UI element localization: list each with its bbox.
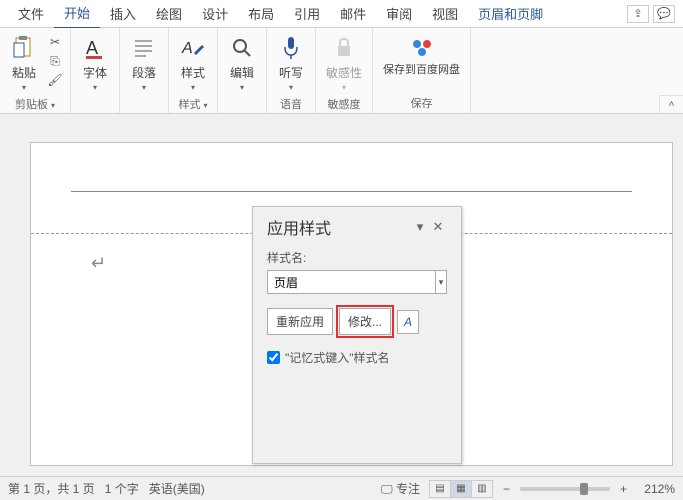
search-icon bbox=[228, 34, 256, 62]
group-editing: 编辑 ▾ bbox=[218, 28, 267, 113]
focus-mode[interactable]: 🖵 专注 bbox=[381, 480, 420, 497]
style-name-input[interactable] bbox=[268, 271, 435, 293]
modify-button[interactable]: 修改... bbox=[339, 308, 391, 335]
web-layout-icon[interactable]: ▥ bbox=[471, 480, 493, 498]
baidu-icon bbox=[408, 34, 436, 62]
font-button[interactable]: A 字体 ▾ bbox=[77, 32, 113, 94]
zoom-in-button[interactable]: + bbox=[620, 482, 627, 496]
cut-icon[interactable]: ✂ bbox=[46, 34, 64, 50]
group-font: A 字体 ▾ bbox=[71, 28, 120, 113]
close-icon[interactable]: ✕ bbox=[429, 218, 447, 236]
zoom-out-button[interactable]: − bbox=[503, 482, 510, 496]
save-group-label: 保存 bbox=[411, 93, 433, 111]
print-layout-icon[interactable]: ▦ bbox=[450, 480, 472, 498]
tab-design[interactable]: 设计 bbox=[192, 0, 238, 28]
svg-text:A: A bbox=[86, 38, 98, 58]
zoom-slider[interactable] bbox=[520, 487, 610, 491]
style-name-combo[interactable]: ▾ bbox=[267, 270, 447, 294]
status-bar: 第 1 页，共 1 页 1 个字 英语(美国) 🖵 专注 ▤ ▦ ▥ − + 2… bbox=[0, 476, 683, 500]
clipboard-label[interactable]: 剪贴板 bbox=[15, 94, 55, 112]
styles-group-label[interactable]: 样式 bbox=[178, 94, 207, 112]
share-icon[interactable]: ⇪ bbox=[627, 5, 649, 23]
pane-options-icon[interactable]: ▾ bbox=[411, 218, 429, 236]
zoom-thumb[interactable] bbox=[580, 483, 588, 495]
group-save: 保存到百度网盘 保存 bbox=[373, 28, 471, 113]
tab-review[interactable]: 审阅 bbox=[376, 0, 422, 28]
sensitivity-button[interactable]: 敏感性 ▾ bbox=[322, 32, 366, 94]
word-count[interactable]: 1 个字 bbox=[105, 480, 139, 497]
copy-icon[interactable]: ⎘ bbox=[46, 53, 64, 69]
sensitivity-group-label: 敏感度 bbox=[328, 94, 361, 112]
paste-button[interactable]: 粘贴 ▾ bbox=[6, 32, 42, 94]
reapply-button[interactable]: 重新应用 bbox=[267, 308, 333, 335]
tab-bar: 文件 开始 插入 绘图 设计 布局 引用 邮件 审阅 视图 页眉和页脚 ⇪ 💬 bbox=[0, 0, 683, 28]
voice-group-label: 语音 bbox=[280, 94, 302, 112]
zoom-level[interactable]: 212% bbox=[637, 482, 675, 496]
tab-references[interactable]: 引用 bbox=[284, 0, 330, 28]
paragraph-mark: ↵ bbox=[91, 253, 106, 274]
mic-icon bbox=[277, 34, 305, 62]
group-voice: 听写 ▾ 语音 bbox=[267, 28, 316, 113]
apply-styles-pane: 应用样式 ▾ ✕ 样式名: ▾ 重新应用 修改... A "记忆式键入"样式名 bbox=[252, 206, 462, 464]
autocomplete-checkbox-row[interactable]: "记忆式键入"样式名 bbox=[267, 349, 447, 366]
tab-view[interactable]: 视图 bbox=[422, 0, 468, 28]
tab-insert[interactable]: 插入 bbox=[100, 0, 146, 28]
group-paragraph: 段落 ▾ bbox=[120, 28, 169, 113]
lock-icon bbox=[330, 34, 358, 62]
tab-header-footer[interactable]: 页眉和页脚 bbox=[468, 0, 553, 28]
styles-pane-button[interactable]: A bbox=[397, 310, 419, 334]
styles-a-icon: A bbox=[404, 315, 412, 329]
tab-layout[interactable]: 布局 bbox=[238, 0, 284, 28]
page-info[interactable]: 第 1 页，共 1 页 bbox=[8, 480, 95, 497]
tab-draw[interactable]: 绘图 bbox=[146, 0, 192, 28]
group-sensitivity: 敏感性 ▾ 敏感度 bbox=[316, 28, 373, 113]
tab-home[interactable]: 开始 bbox=[54, 0, 100, 29]
paste-icon bbox=[10, 34, 38, 62]
ribbon: 粘贴 ▾ ✂ ⎘ 🖌 剪贴板 A 字体 ▾ 段落 ▾ bbox=[0, 28, 683, 114]
paragraph-icon bbox=[130, 34, 158, 62]
read-mode-icon[interactable]: ▤ bbox=[429, 480, 451, 498]
autocomplete-label: "记忆式键入"样式名 bbox=[285, 349, 390, 366]
font-icon: A bbox=[81, 34, 109, 62]
autocomplete-checkbox[interactable] bbox=[267, 351, 280, 364]
tab-file[interactable]: 文件 bbox=[8, 0, 54, 28]
pane-title: 应用样式 bbox=[267, 215, 411, 239]
save-baidu-button[interactable]: 保存到百度网盘 bbox=[379, 32, 464, 79]
tab-mailings[interactable]: 邮件 bbox=[330, 0, 376, 28]
header-rule bbox=[71, 191, 632, 192]
group-styles: A 样式 ▾ 样式 bbox=[169, 28, 218, 113]
styles-button[interactable]: A 样式 ▾ bbox=[175, 32, 211, 94]
format-painter-icon[interactable]: 🖌 bbox=[46, 72, 64, 88]
paragraph-button[interactable]: 段落 ▾ bbox=[126, 32, 162, 94]
svg-text:A: A bbox=[181, 40, 193, 57]
comments-icon[interactable]: 💬 bbox=[653, 5, 675, 23]
view-buttons: ▤ ▦ ▥ bbox=[430, 480, 493, 498]
dictate-button[interactable]: 听写 ▾ bbox=[273, 32, 309, 94]
style-name-label: 样式名: bbox=[267, 249, 447, 266]
chevron-down-icon[interactable]: ▾ bbox=[435, 271, 446, 293]
collapse-ribbon-button[interactable]: ˄ bbox=[659, 95, 683, 113]
editing-button[interactable]: 编辑 ▾ bbox=[224, 32, 260, 94]
styles-icon: A bbox=[179, 34, 207, 62]
group-clipboard: 粘贴 ▾ ✂ ⎘ 🖌 剪贴板 bbox=[0, 28, 71, 113]
language[interactable]: 英语(美国) bbox=[149, 480, 205, 497]
